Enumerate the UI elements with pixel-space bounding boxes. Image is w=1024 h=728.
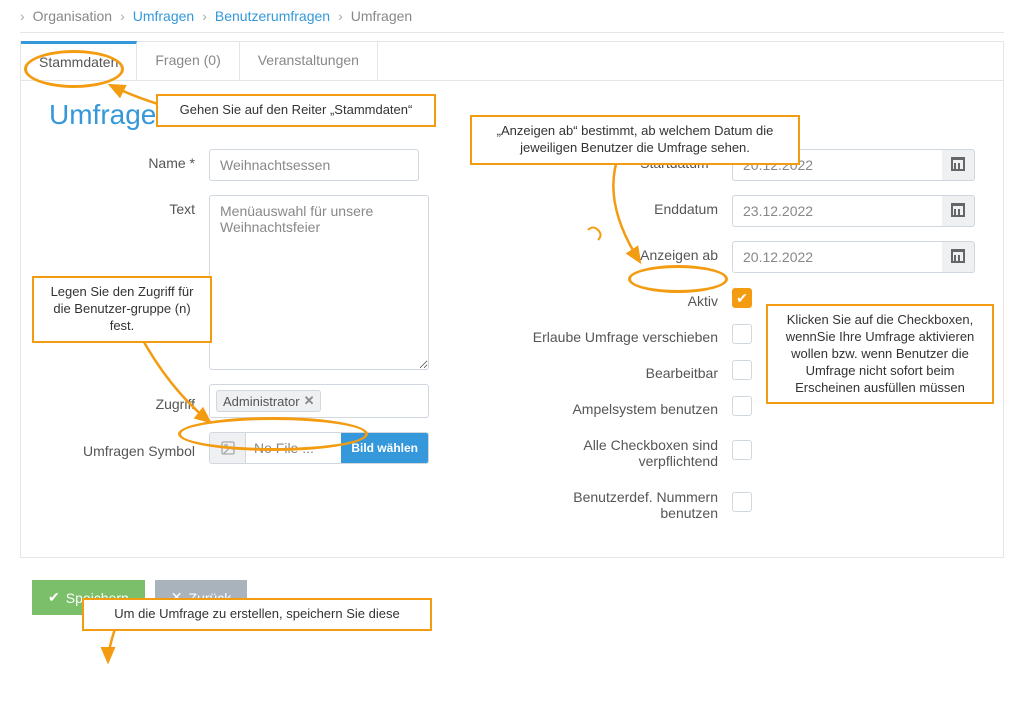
enddatum-label: Enddatum	[532, 195, 732, 217]
calendar-icon[interactable]	[942, 241, 975, 273]
anzeigen-ab-input[interactable]	[732, 241, 942, 273]
anzeigen-ab-label: Anzeigen ab	[532, 241, 732, 263]
file-status: No File ...	[246, 433, 341, 463]
text-textarea[interactable]: Menüauswahl für unsere Weihnachtsfeier	[209, 195, 429, 370]
tab-fragen[interactable]: Fragen (0)	[137, 42, 239, 80]
verschieben-checkbox[interactable]	[732, 324, 752, 344]
nummern-checkbox[interactable]	[732, 492, 752, 512]
name-label: Name *	[49, 149, 209, 171]
pflicht-label: Alle Checkboxen sind verpflichtend	[532, 431, 732, 469]
bearbeitbar-label: Bearbeitbar	[532, 359, 732, 381]
breadcrumb-org: Organisation	[33, 8, 112, 24]
callout-save: Um die Umfrage zu erstellen, speichern S…	[82, 598, 432, 631]
pflicht-checkbox[interactable]	[732, 440, 752, 460]
tabs: Stammdaten Fragen (0) Veranstaltungen	[21, 42, 1003, 81]
tab-veranstaltungen[interactable]: Veranstaltungen	[240, 42, 378, 80]
enddatum-input[interactable]	[732, 195, 942, 227]
text-label: Text	[49, 195, 209, 217]
verschieben-label: Erlaube Umfrage verschieben	[532, 323, 732, 345]
remove-tag-icon[interactable]: ✕	[304, 393, 315, 409]
tab-stammdaten[interactable]: Stammdaten	[21, 41, 137, 80]
symbol-label: Umfragen Symbol	[49, 437, 209, 459]
calendar-icon[interactable]	[942, 149, 975, 181]
callout-tab: Gehen Sie auf den Reiter „Stammdaten“	[156, 94, 436, 127]
callout-zugriff: Legen Sie den Zugriff für die Benutzer-g…	[32, 276, 212, 343]
zugriff-input[interactable]: Administrator ✕	[209, 384, 429, 418]
breadcrumb-current: Umfragen	[351, 8, 412, 24]
breadcrumb-umfragen[interactable]: Umfragen	[133, 8, 194, 24]
aktiv-label: Aktiv	[532, 287, 732, 309]
aktiv-checkbox[interactable]	[732, 288, 752, 308]
zugriff-label: Zugriff	[49, 390, 209, 412]
calendar-icon[interactable]	[942, 195, 975, 227]
check-icon: ✔	[48, 589, 60, 606]
bearbeitbar-checkbox[interactable]	[732, 360, 752, 380]
breadcrumb-benutzer[interactable]: Benutzerumfragen	[215, 8, 330, 24]
callout-anzeigen: „Anzeigen ab“ bestimmt, ab welchem Datum…	[470, 115, 800, 165]
image-icon	[210, 433, 246, 463]
breadcrumb: Organisation Umfragen Benutzerumfragen U…	[0, 0, 1024, 32]
file-choose-button[interactable]: Bild wählen	[341, 433, 428, 463]
zugriff-tag: Administrator ✕	[216, 390, 321, 412]
name-input[interactable]	[209, 149, 419, 181]
ampel-checkbox[interactable]	[732, 396, 752, 416]
ampel-label: Ampelsystem benutzen	[532, 395, 732, 417]
nummern-label: Benutzerdef. Nummern benutzen	[532, 483, 732, 521]
callout-checkbox: Klicken Sie auf die Checkboxen, wennSie …	[766, 304, 994, 404]
